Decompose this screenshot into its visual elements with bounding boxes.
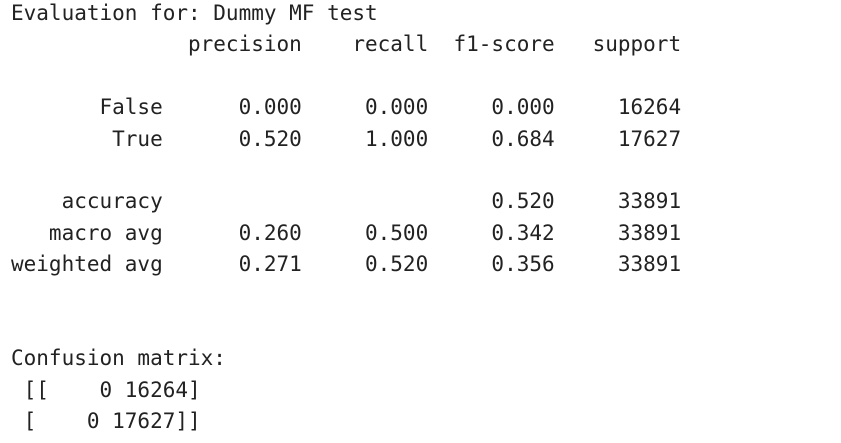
report-row-macro-avg: macro avg 0.260 0.500 0.342 33891 [11, 220, 682, 245]
report-row-true: True 0.520 1.000 0.684 17627 [11, 126, 682, 151]
report-row-false: False 0.000 0.000 0.000 16264 [11, 95, 682, 120]
confusion-matrix-title: Confusion matrix: [11, 346, 226, 371]
report-row-weighted-avg: weighted avg 0.271 0.520 0.356 33891 [11, 252, 682, 277]
confusion-matrix-row: [[ 0 16264] [11, 377, 201, 402]
evaluation-title: Evaluation for: Dummy MF test [11, 1, 378, 25]
console-output: Evaluation for: Dummy MF test precision … [11, 0, 681, 437]
report-row-accuracy: accuracy 0.520 33891 [11, 189, 682, 214]
report-header: precision recall f1-score support [11, 32, 682, 57]
confusion-matrix-row: [ 0 17627]] [11, 409, 201, 434]
